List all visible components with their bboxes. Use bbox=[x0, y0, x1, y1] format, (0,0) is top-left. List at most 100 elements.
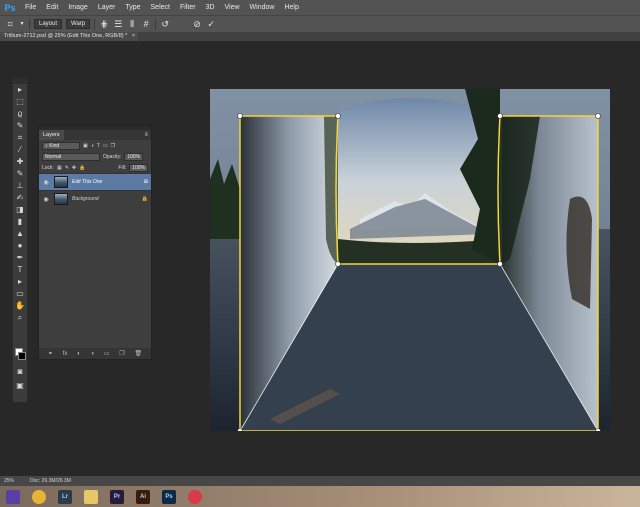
blur-tool-icon[interactable]: ▲ bbox=[13, 228, 27, 240]
menu-help[interactable]: Help bbox=[279, 0, 303, 15]
zoom-level[interactable]: 25% bbox=[4, 478, 14, 484]
path-select-icon[interactable]: ▸ bbox=[13, 276, 27, 288]
clone-stamp-icon[interactable]: ⊥ bbox=[13, 180, 27, 192]
close-icon[interactable]: × bbox=[132, 33, 135, 39]
warp-button[interactable]: Warp bbox=[66, 19, 91, 29]
move-tool-icon[interactable]: ▸ bbox=[13, 84, 27, 96]
folder-label bbox=[84, 489, 98, 504]
layout-button[interactable]: Layout bbox=[34, 19, 63, 29]
premiere-icon[interactable]: Pr bbox=[107, 488, 127, 505]
puppet-warp-icon[interactable]: ⌗ bbox=[5, 19, 15, 29]
quick-mask-icon[interactable]: ◙ bbox=[13, 366, 27, 378]
document-tab[interactable]: Trillium-2712.psd @ 25% (Edit This One, … bbox=[0, 32, 138, 41]
start-label bbox=[6, 489, 20, 504]
menu-image[interactable]: Image bbox=[63, 0, 92, 15]
menu-3d[interactable]: 3D bbox=[201, 0, 220, 15]
photoshop-label: Ps bbox=[162, 489, 176, 504]
pen-tool-icon[interactable]: ✒ bbox=[13, 252, 27, 264]
hand-tool-icon[interactable]: ✋ bbox=[13, 300, 27, 312]
lightroom-label: Lr bbox=[58, 489, 72, 504]
opacity-label: Opacity: bbox=[103, 153, 122, 160]
menu-type[interactable]: Type bbox=[120, 0, 145, 15]
adjustment-icon[interactable]: ◑ bbox=[91, 351, 95, 357]
menu-window[interactable]: Window bbox=[245, 0, 280, 15]
tab-layers[interactable]: Layers bbox=[39, 130, 64, 140]
new-layer-icon[interactable]: ❐ bbox=[119, 350, 124, 357]
type-filter-icon[interactable]: T bbox=[97, 143, 100, 149]
document-tab-bar: Trillium-2712.psd @ 25% (Edit This One, … bbox=[0, 32, 640, 41]
pixel-filter-icon[interactable]: ▣ bbox=[83, 143, 88, 149]
layers-panel-header: Layers ≡ bbox=[39, 130, 151, 140]
marquee-tool-icon[interactable]: ⬚ bbox=[13, 96, 27, 108]
options-bar: ⌗ ▾ Layout Warp ⋕ ☰ ⦀ # ↺ ⊘ ✓ bbox=[0, 15, 640, 32]
dodge-tool-icon[interactable]: ● bbox=[13, 240, 27, 252]
lightroom-icon[interactable]: Lr bbox=[55, 488, 75, 505]
chevron-down-icon[interactable]: ▾ bbox=[19, 19, 25, 29]
eyedropper-tool-icon[interactable]: ⁄ bbox=[13, 144, 27, 156]
lock-pixels-icon[interactable]: ▦ bbox=[57, 165, 62, 171]
folder-icon[interactable] bbox=[81, 488, 101, 505]
eraser-tool-icon[interactable]: ◨ bbox=[13, 204, 27, 216]
start-icon[interactable] bbox=[3, 488, 23, 505]
panel-menu-icon[interactable]: ≡ bbox=[144, 132, 148, 138]
mask-icon[interactable]: ◐ bbox=[77, 351, 81, 357]
lasso-tool-icon[interactable]: ϱ bbox=[13, 108, 27, 120]
smart-object-icon: ⊞ bbox=[143, 179, 148, 185]
rotate-icon[interactable]: ↺ bbox=[160, 19, 170, 29]
folder-icon[interactable]: ▭ bbox=[104, 350, 110, 357]
blend-mode-select[interactable]: Normal bbox=[42, 152, 100, 161]
hash-icon[interactable]: # bbox=[141, 19, 151, 29]
eye-icon[interactable]: ◉ bbox=[42, 196, 50, 203]
illustrator-icon[interactable]: Ai bbox=[133, 488, 153, 505]
lock-icon: 🔒 bbox=[141, 196, 148, 202]
menu-filter[interactable]: Filter bbox=[175, 0, 201, 15]
lock-move-icon[interactable]: ✥ bbox=[72, 165, 76, 171]
quick-select-tool-icon[interactable]: ✎ bbox=[13, 120, 27, 132]
menu-select[interactable]: Select bbox=[146, 0, 175, 15]
image-canvas[interactable] bbox=[210, 89, 610, 431]
commit-icon[interactable]: ✓ bbox=[206, 19, 216, 29]
opacity-field[interactable]: 100% bbox=[124, 152, 144, 161]
shape-filter-icon[interactable]: ▭ bbox=[103, 143, 108, 149]
crop-tool-icon[interactable]: ⌗ bbox=[13, 132, 27, 144]
tools-panel: ▸ ⬚ ϱ ✎ ⌗ ⁄ ✚ ✎ ⊥ ✍ ◨ ▮ ▲ ● ✒ T ▸ ▭ ✋ ⌕ ◙ ▣ bbox=[12, 77, 28, 403]
columns-icon[interactable]: ⦀ bbox=[127, 19, 137, 29]
lock-paint-icon[interactable]: ✎ bbox=[65, 165, 69, 171]
menu-view[interactable]: View bbox=[220, 0, 245, 15]
gradient-tool-icon[interactable]: ▮ bbox=[13, 216, 27, 228]
eye-icon[interactable]: ◉ bbox=[42, 179, 50, 186]
blend-row: Normal Opacity: 100% bbox=[39, 151, 151, 162]
healing-brush-icon[interactable]: ✚ bbox=[13, 156, 27, 168]
screen-mode-icon[interactable]: ▣ bbox=[13, 380, 27, 392]
adjust-filter-icon[interactable]: ◑ bbox=[91, 143, 94, 149]
smart-filter-icon[interactable]: ❐ bbox=[111, 143, 115, 149]
menu-layer[interactable]: Layer bbox=[93, 0, 121, 15]
link-icon[interactable]: ⚭ bbox=[48, 350, 53, 357]
shape-tool-icon[interactable]: ▭ bbox=[13, 288, 27, 300]
lock-all-icon[interactable]: 🔒 bbox=[79, 165, 85, 171]
grid-icon[interactable]: ⋕ bbox=[99, 19, 109, 29]
zoom-tool-icon[interactable]: ⌕ bbox=[13, 312, 27, 324]
layer-row-background[interactable]: ◉ Background 🔒 bbox=[39, 190, 151, 207]
fill-field[interactable]: 100% bbox=[129, 163, 148, 172]
chrome-icon[interactable] bbox=[29, 488, 49, 505]
brush-tool-icon[interactable]: ✎ bbox=[13, 168, 27, 180]
rows-icon[interactable]: ☰ bbox=[113, 19, 123, 29]
doc-size: Doc: 26.3M/26.3M bbox=[30, 478, 71, 484]
layer-name: Edit This One bbox=[72, 179, 103, 185]
menu-file[interactable]: File bbox=[20, 0, 41, 15]
layer-row-edit-this-one[interactable]: ◉ Edit This One ⊞ bbox=[39, 173, 151, 190]
photoshop-icon[interactable]: Ps bbox=[159, 488, 179, 505]
divider bbox=[94, 18, 96, 30]
cancel-icon[interactable]: ⊘ bbox=[192, 19, 202, 29]
fx-icon[interactable]: fx bbox=[63, 351, 68, 357]
layer-thumbnail bbox=[54, 193, 68, 205]
type-tool-icon[interactable]: T bbox=[13, 264, 27, 276]
trash-icon[interactable]: 🗑 bbox=[134, 350, 142, 357]
history-brush-icon[interactable]: ✍ bbox=[13, 192, 27, 204]
menu-edit[interactable]: Edit bbox=[41, 0, 63, 15]
filter-kind-select[interactable]: ⌕ Kind bbox=[42, 141, 80, 150]
background-color-swatch[interactable] bbox=[18, 352, 26, 360]
illustrator-label: Ai bbox=[136, 489, 150, 504]
itunes-icon[interactable] bbox=[185, 488, 205, 505]
